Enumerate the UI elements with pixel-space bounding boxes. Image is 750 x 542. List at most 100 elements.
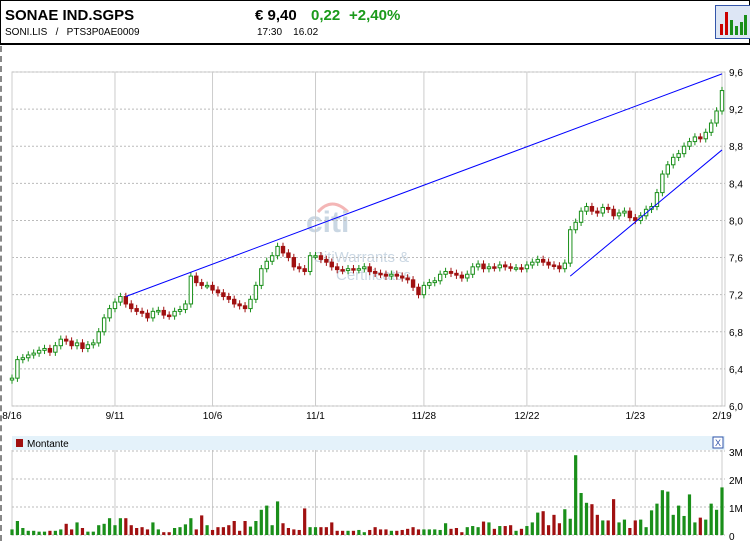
volume-bar <box>503 526 507 535</box>
volume-bar <box>584 502 589 535</box>
candle-body <box>481 263 486 270</box>
volume-bar <box>389 530 393 535</box>
volume-bar <box>97 525 101 535</box>
candle-body <box>150 310 156 319</box>
candle-body <box>172 310 177 317</box>
candle-body <box>687 141 692 147</box>
candle-body <box>448 270 454 274</box>
volume-bar <box>216 527 220 535</box>
candle-body <box>242 305 248 310</box>
volume-bar <box>341 530 345 535</box>
candle-body <box>313 255 318 258</box>
volume-bar <box>86 531 90 535</box>
volume-bar <box>324 527 328 535</box>
volume-bar <box>124 518 128 535</box>
volume-bar <box>102 523 106 535</box>
volume-bar <box>265 505 269 535</box>
volume-bar <box>292 529 296 535</box>
volume-bar <box>232 521 236 535</box>
price-volume-chart[interactable]: citi CitiWarrants & Certificates 9,69,28… <box>0 0 750 542</box>
candle-body <box>269 255 275 262</box>
volume-bar <box>416 529 421 535</box>
candle-body <box>454 272 459 276</box>
trendline <box>569 149 723 277</box>
volume-bar <box>546 525 551 535</box>
candle-body <box>58 338 63 347</box>
volume-bar <box>330 522 334 535</box>
candle-body <box>627 210 633 219</box>
volume-bar <box>281 523 285 535</box>
candle-body <box>600 206 605 214</box>
volume-bar <box>714 509 719 535</box>
candle-body <box>622 210 627 214</box>
volume-bar <box>536 512 540 535</box>
candle-body <box>437 273 443 282</box>
volume-legend-swatch <box>16 439 23 447</box>
candle-body <box>101 317 107 333</box>
volume-bar <box>37 531 41 535</box>
candle-body <box>508 266 513 269</box>
volume-bar <box>26 530 30 535</box>
candle-body <box>9 377 15 381</box>
volume-bar <box>563 509 567 535</box>
volume-bar <box>64 523 68 535</box>
candle-body <box>519 267 524 270</box>
candle-body <box>665 164 671 175</box>
volume-bar <box>275 501 280 535</box>
volume-tick-label: 2M <box>729 476 743 487</box>
candle-body <box>660 173 665 194</box>
candle-body <box>611 208 616 217</box>
candle-body <box>345 268 351 272</box>
candle-body <box>432 280 437 284</box>
candle-body <box>318 255 324 260</box>
volume-bar <box>91 531 95 535</box>
candle-body <box>232 298 237 305</box>
candle-body <box>421 284 427 296</box>
candles <box>9 86 725 384</box>
date-tick-label: 8/16 <box>2 411 22 422</box>
date-axis: 8/16 9/11 10/6 11/1 11/28 12/22 1/23 2/19 <box>2 411 732 422</box>
volume-bar <box>498 526 502 535</box>
volume-bar <box>406 528 410 535</box>
volume-bar <box>487 522 491 535</box>
volume-bar <box>709 503 713 535</box>
volume-bar <box>178 527 182 535</box>
candle-body <box>253 284 259 300</box>
volume-bar <box>655 503 659 535</box>
price-tick-label: 9,6 <box>729 68 743 79</box>
candle-body <box>47 347 53 353</box>
candle-body <box>497 264 502 269</box>
candle-body <box>708 122 714 133</box>
candle-body <box>215 289 221 294</box>
date-tick-label: 9/11 <box>106 411 125 422</box>
candle-body <box>698 136 703 140</box>
candle-body <box>199 282 204 286</box>
volume-bar <box>286 528 291 535</box>
volume-bar <box>335 530 339 535</box>
candle-body <box>340 269 345 272</box>
volume-bar <box>129 525 133 535</box>
candle-body <box>540 258 546 263</box>
volume-bar <box>476 527 480 535</box>
volume-bar <box>368 529 372 535</box>
volume-bar <box>514 530 518 535</box>
volume-bar <box>541 511 545 535</box>
volume-bar <box>297 529 301 535</box>
volume-bar <box>238 530 242 535</box>
volume-bar <box>259 509 263 535</box>
volume-bar <box>59 529 63 535</box>
candle-body <box>633 217 638 221</box>
candle-body <box>248 298 253 310</box>
candle-body <box>334 266 340 271</box>
volume-bar <box>660 490 664 535</box>
candle-body <box>492 266 497 269</box>
volume-bar <box>427 529 431 535</box>
volume-bar <box>42 531 47 535</box>
volume-bar <box>601 520 605 535</box>
volume-bar <box>351 530 356 535</box>
volume-bar <box>509 525 513 535</box>
candle-body <box>42 347 47 351</box>
candle-body <box>389 273 394 277</box>
candle-body <box>589 206 595 212</box>
close-icon[interactable]: X <box>715 438 721 448</box>
